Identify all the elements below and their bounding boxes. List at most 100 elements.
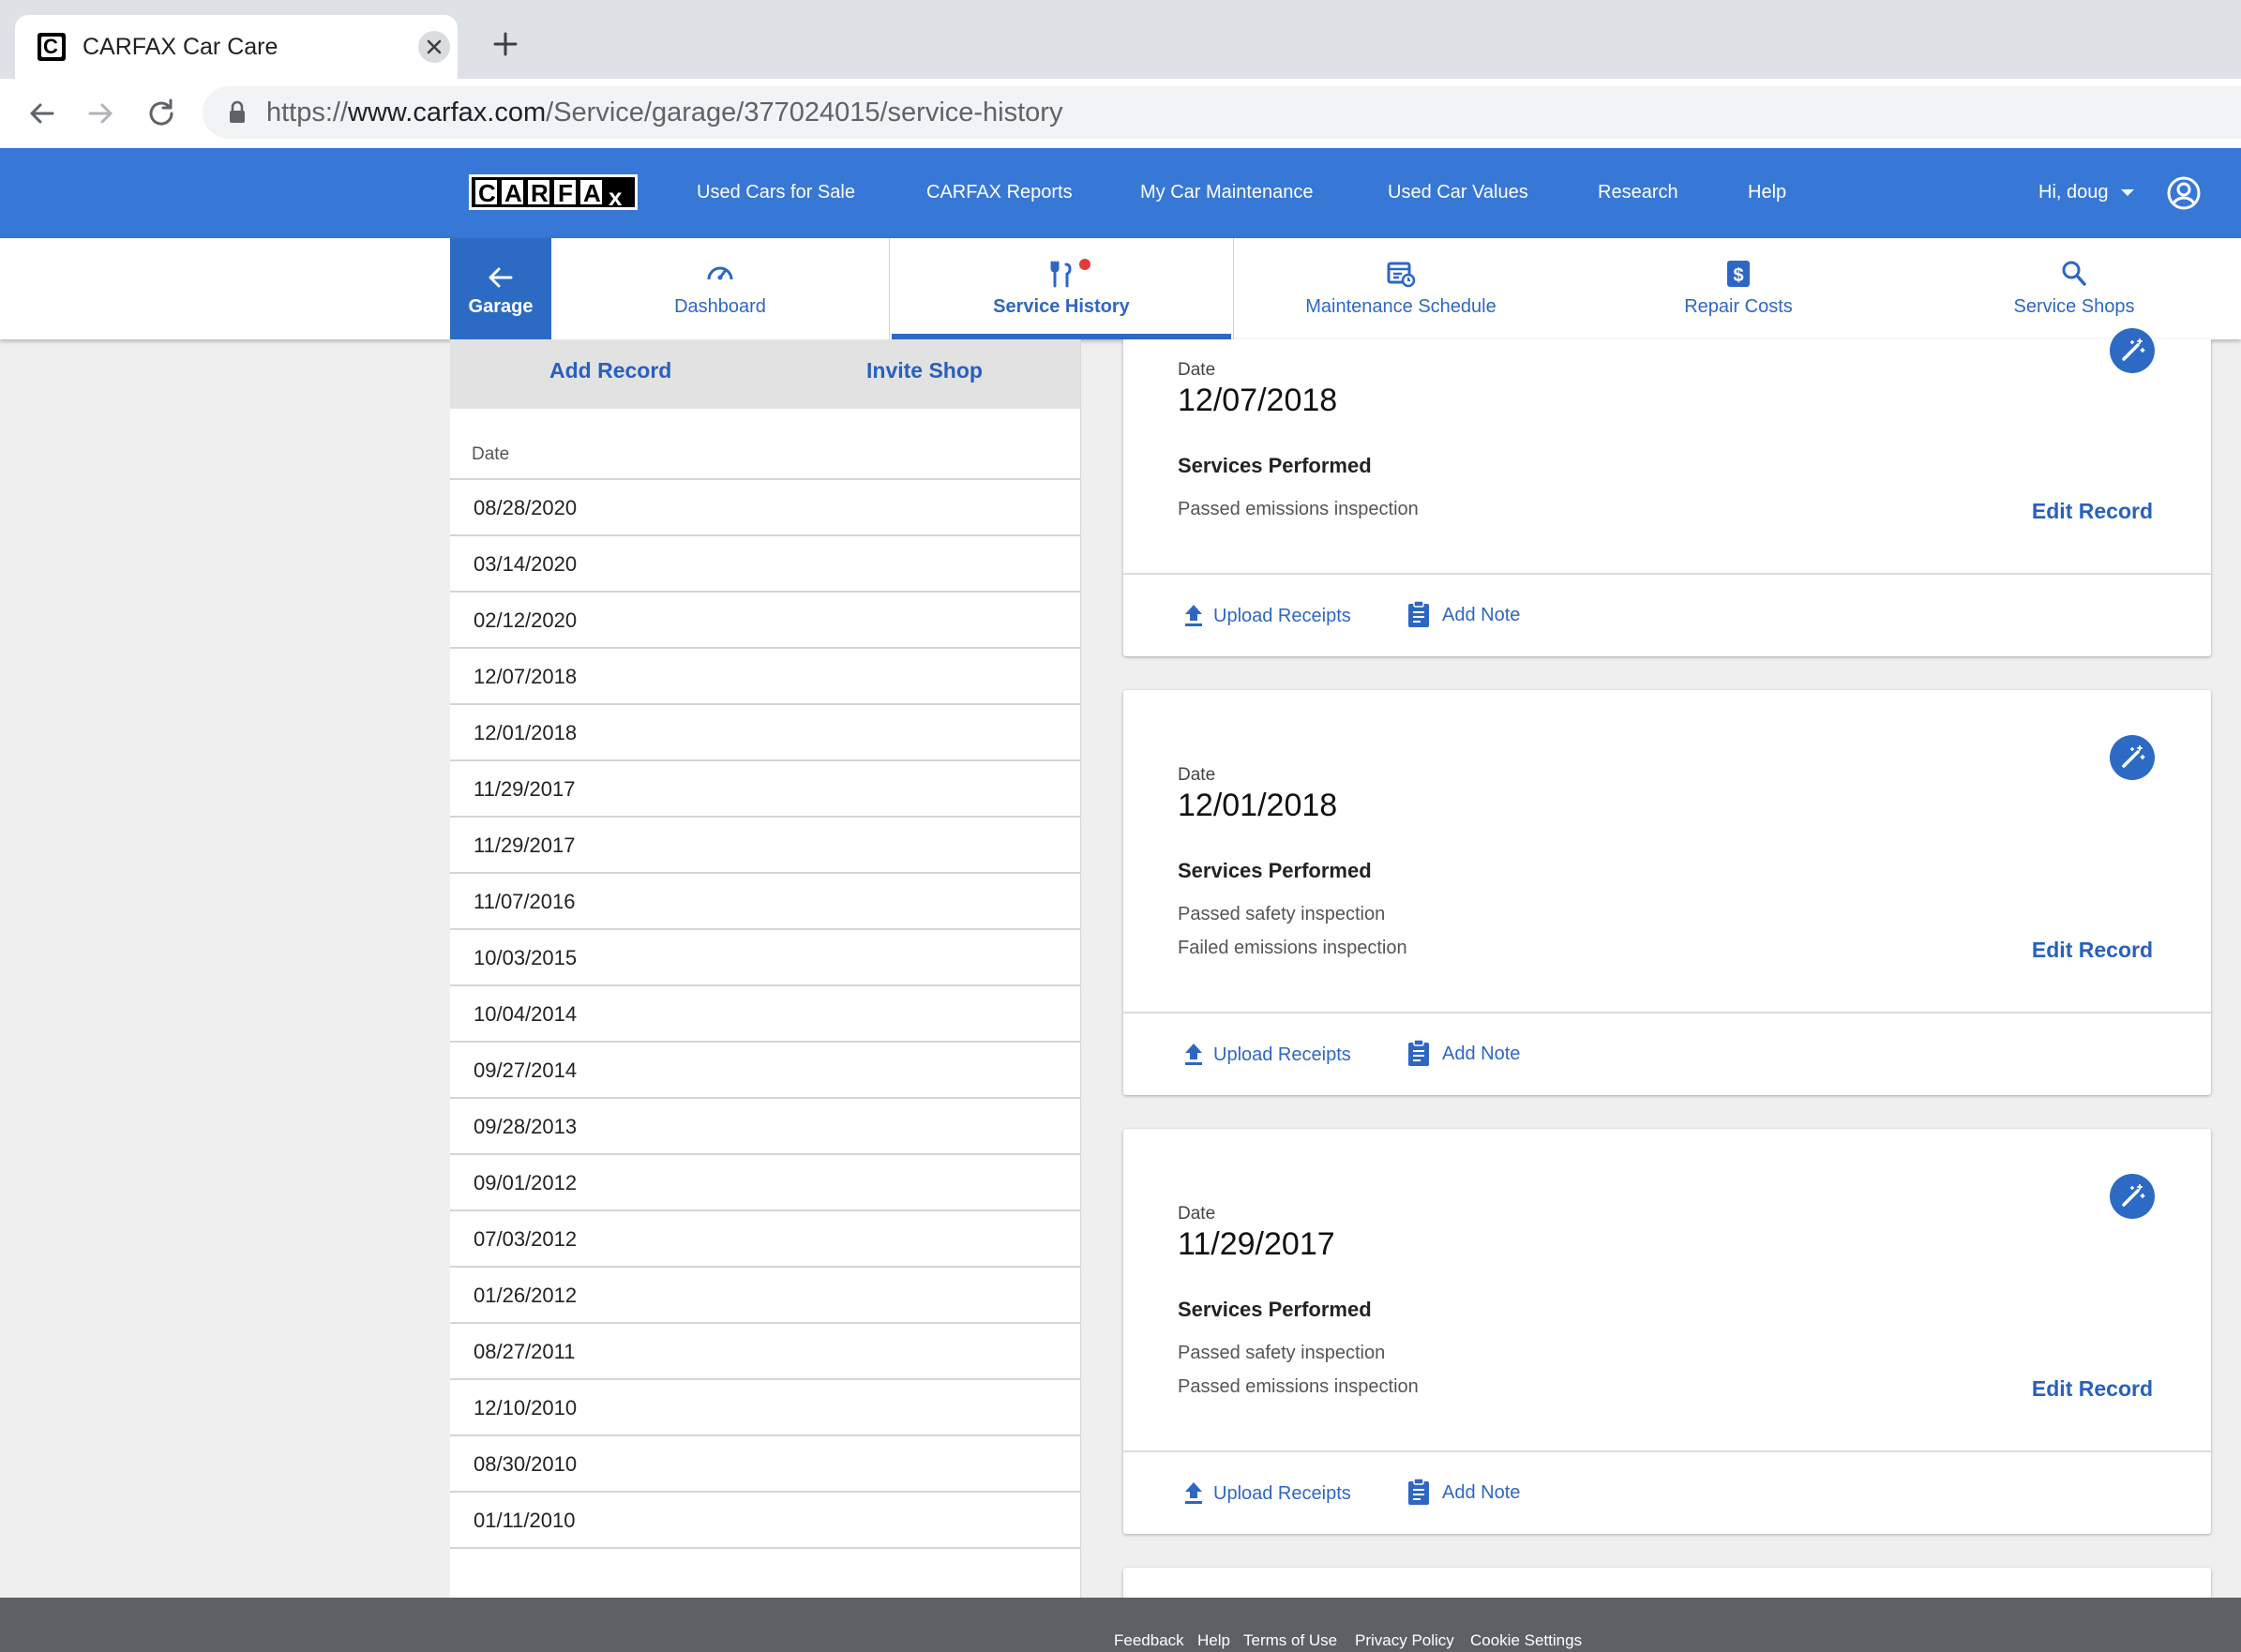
site-footer: Feedback Help Terms of Use Privacy Polic… — [0, 1598, 2241, 1652]
upload-receipts-label: Upload Receipts — [1213, 606, 1351, 626]
list-item[interactable]: 11/07/2016 — [450, 872, 1080, 928]
edit-record-link[interactable]: Edit Record — [2032, 499, 2153, 524]
tab-service-shops[interactable]: Service Shops — [1907, 238, 2241, 339]
new-tab-icon[interactable] — [489, 28, 521, 60]
favicon-letter: C — [43, 35, 58, 58]
list-item[interactable]: 09/27/2014 — [450, 1041, 1080, 1097]
list-item[interactable] — [450, 1547, 1080, 1598]
nav-my-car-maintenance[interactable]: My Car Maintenance — [1140, 176, 1314, 208]
list-item[interactable]: 02/12/2020 — [450, 591, 1080, 647]
clipboard-icon — [1408, 1478, 1429, 1505]
svg-text:A: A — [504, 179, 522, 207]
address-bar[interactable]: https://www.carfax.com/Service/garage/37… — [203, 86, 2241, 139]
tab-service-history[interactable]: Service History — [889, 238, 1234, 339]
back-icon[interactable] — [23, 95, 60, 137]
list-item[interactable]: 01/26/2012 — [450, 1266, 1080, 1322]
account-icon[interactable] — [2166, 175, 2202, 216]
nav-used-cars-for-sale[interactable]: Used Cars for Sale — [697, 176, 855, 208]
reload-icon[interactable] — [143, 95, 180, 137]
garage-back-button[interactable]: Garage — [450, 238, 551, 339]
add-note-label: Add Note — [1442, 1482, 1521, 1503]
nav-research[interactable]: Research — [1598, 176, 1678, 208]
card-divider — [1123, 1450, 2211, 1452]
clipboard-icon — [1408, 600, 1429, 627]
svg-text:C: C — [478, 179, 496, 207]
service-record-card: Date 12/01/2018 Services Performed Passe… — [1123, 690, 2211, 1095]
list-item[interactable]: 09/01/2012 — [450, 1153, 1080, 1209]
card-divider — [1123, 573, 2211, 575]
upload-receipts-button[interactable]: Upload Receipts — [1181, 1041, 1351, 1067]
list-item[interactable]: 10/03/2015 — [450, 928, 1080, 984]
magic-wand-icon[interactable] — [2110, 1174, 2155, 1219]
svg-text:F: F — [558, 179, 573, 207]
list-item[interactable]: 03/14/2020 — [450, 534, 1080, 591]
url-text: https://www.carfax.com/Service/garage/37… — [266, 96, 1062, 129]
nav-used-car-values[interactable]: Used Car Values — [1388, 176, 1528, 208]
footer-help-link[interactable]: Help — [1197, 1631, 1230, 1650]
magic-wand-icon[interactable] — [2110, 328, 2155, 373]
add-note-button[interactable]: Add Note — [1406, 600, 1520, 628]
add-note-label: Add Note — [1442, 1044, 1521, 1064]
list-item[interactable]: 08/28/2020 — [450, 478, 1080, 534]
tab-dashboard[interactable]: Dashboard — [551, 238, 889, 339]
magic-wand-icon[interactable] — [2110, 735, 2155, 780]
carfax-logo[interactable]: C A R F A x — [469, 174, 638, 211]
service-item: Passed emissions inspection — [1178, 499, 1419, 519]
url-host: www.carfax.com — [348, 98, 547, 128]
service-item: Passed emissions inspection — [1178, 1376, 1419, 1397]
tab-service-history-label: Service History — [993, 296, 1130, 317]
upload-icon — [1185, 605, 1202, 626]
list-item[interactable]: 01/11/2010 — [450, 1491, 1080, 1547]
close-tab-icon[interactable] — [418, 31, 450, 63]
footer-privacy-link[interactable]: Privacy Policy — [1355, 1631, 1454, 1650]
list-item[interactable]: 08/27/2011 — [450, 1322, 1080, 1378]
top-navigation: C A R F A x Used Cars for Sale CARFAX Re… — [0, 148, 2241, 238]
list-item[interactable]: 07/03/2012 — [450, 1209, 1080, 1266]
clipboard-icon — [1408, 1039, 1429, 1066]
list-item[interactable]: 11/29/2017 — [450, 816, 1080, 872]
tab-repair-costs[interactable]: $ Repair Costs — [1570, 238, 1907, 339]
upload-receipts-button[interactable]: Upload Receipts — [1181, 1479, 1351, 1506]
upload-icon — [1185, 1044, 1202, 1065]
svg-text:$: $ — [1733, 265, 1743, 286]
footer-cookie-settings-link[interactable]: Cookie Settings — [1470, 1631, 1582, 1650]
edit-record-link[interactable]: Edit Record — [2032, 938, 2153, 963]
edit-record-link[interactable]: Edit Record — [2032, 1376, 2153, 1402]
svg-text:A: A — [583, 179, 601, 207]
service-date-panel: Add Record Invite Shop Date 08/28/2020 0… — [450, 339, 1081, 1598]
footer-terms-link[interactable]: Terms of Use — [1243, 1631, 1337, 1650]
add-record-button[interactable]: Add Record — [549, 358, 671, 383]
footer-feedback-link[interactable]: Feedback — [1114, 1631, 1184, 1650]
upload-receipts-button[interactable]: Upload Receipts — [1181, 602, 1351, 628]
nav-help[interactable]: Help — [1748, 176, 1786, 208]
list-item[interactable]: 11/29/2017 — [450, 759, 1080, 816]
browser-tab[interactable]: C CARFAX Car Care — [15, 15, 458, 79]
date-column-header: Date — [472, 444, 510, 464]
list-item[interactable]: 10/04/2014 — [450, 984, 1080, 1041]
list-item[interactable]: 08/30/2010 — [450, 1434, 1080, 1491]
upload-receipts-label: Upload Receipts — [1213, 1044, 1351, 1065]
arrow-left-icon — [486, 263, 516, 297]
list-item[interactable]: 12/10/2010 — [450, 1378, 1080, 1434]
calendar-clock-icon — [1387, 262, 1416, 288]
list-item[interactable]: 12/01/2018 — [450, 703, 1080, 759]
garage-subnav: Garage Dashboard Service History Mainten… — [0, 238, 2241, 339]
tools-icon — [1050, 261, 1072, 288]
tab-maintenance-schedule[interactable]: Maintenance Schedule — [1232, 238, 1570, 339]
browser-tab-strip: C CARFAX Car Care — [0, 0, 2241, 79]
list-item[interactable]: 09/28/2013 — [450, 1097, 1080, 1153]
chevron-down-icon — [2121, 188, 2135, 196]
user-menu[interactable]: Hi, doug — [2038, 176, 2136, 208]
list-item[interactable]: 12/07/2018 — [450, 647, 1080, 703]
add-note-button[interactable]: Add Note — [1406, 1039, 1520, 1067]
tab-maintenance-schedule-label: Maintenance Schedule — [1305, 296, 1497, 317]
record-date: 12/07/2018 — [1178, 383, 1338, 418]
invite-shop-button[interactable]: Invite Shop — [866, 358, 983, 383]
services-performed-label: Services Performed — [1178, 1298, 1372, 1321]
browser-toolbar: https://www.carfax.com/Service/garage/37… — [0, 79, 2241, 149]
forward-icon[interactable] — [83, 95, 120, 137]
carfax-favicon-icon: C — [38, 33, 66, 61]
nav-carfax-reports[interactable]: CARFAX Reports — [926, 176, 1073, 208]
add-note-button[interactable]: Add Note — [1406, 1478, 1520, 1506]
service-item: Failed emissions inspection — [1178, 938, 1407, 958]
